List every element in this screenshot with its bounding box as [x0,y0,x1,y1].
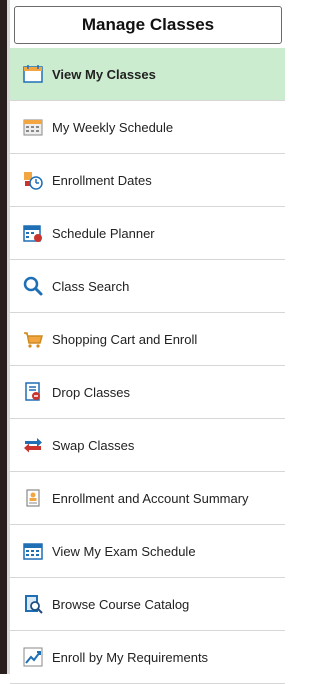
calendar-icon [22,63,44,85]
menu-item-label: Enroll by My Requirements [52,649,209,665]
shopping-cart-icon [22,328,44,350]
enrollment-dates-icon [22,169,44,191]
menu-item-browse-course-catalog[interactable]: Browse Course Catalog [10,578,285,631]
menu-item-drop-classes[interactable]: Drop Classes [10,366,285,419]
menu-item-label: View My Classes [52,66,156,82]
menu-item-label: Browse Course Catalog [52,596,190,612]
menu-list: View My Classes My Weekly Schedule Enrol… [10,48,285,684]
menu-item-enrollment-dates[interactable]: Enrollment Dates [10,154,285,207]
menu-item-label: Class Search [52,278,130,294]
manage-classes-panel: Manage Classes View My Classes My Weekly… [10,0,285,684]
menu-item-my-weekly-schedule[interactable]: My Weekly Schedule [10,101,285,154]
menu-item-label: Drop Classes [52,384,131,400]
swap-arrows-icon [22,434,44,456]
menu-item-label: My Weekly Schedule [52,119,174,135]
menu-item-enrollment-and-account-summary[interactable]: Enrollment and Account Summary [10,472,285,525]
panel-title: Manage Classes [14,6,282,44]
menu-item-label: Schedule Planner [52,225,155,241]
menu-item-schedule-planner[interactable]: Schedule Planner [10,207,285,260]
menu-item-class-search[interactable]: Class Search [10,260,285,313]
search-icon [22,275,44,297]
menu-item-label: Shopping Cart and Enroll [52,331,198,347]
menu-item-shopping-cart-and-enroll[interactable]: Shopping Cart and Enroll [10,313,285,366]
schedule-planner-icon [22,222,44,244]
menu-item-swap-classes[interactable]: Swap Classes [10,419,285,472]
trend-chart-icon [22,646,44,668]
menu-item-label: View My Exam Schedule [52,543,196,559]
course-catalog-icon [22,593,44,615]
account-summary-icon [22,487,44,509]
exam-calendar-icon [22,540,44,562]
menu-item-view-my-exam-schedule[interactable]: View My Exam Schedule [10,525,285,578]
menu-item-enroll-by-my-requirements[interactable]: Enroll by My Requirements [10,631,285,684]
menu-item-view-my-classes[interactable]: View My Classes [10,48,285,101]
menu-item-label: Enrollment and Account Summary [52,490,249,506]
weekly-calendar-icon [22,116,44,138]
menu-item-label: Enrollment Dates [52,172,152,188]
drop-classes-icon [22,381,44,403]
menu-item-label: Swap Classes [52,437,135,453]
left-edge-strip [0,0,10,674]
